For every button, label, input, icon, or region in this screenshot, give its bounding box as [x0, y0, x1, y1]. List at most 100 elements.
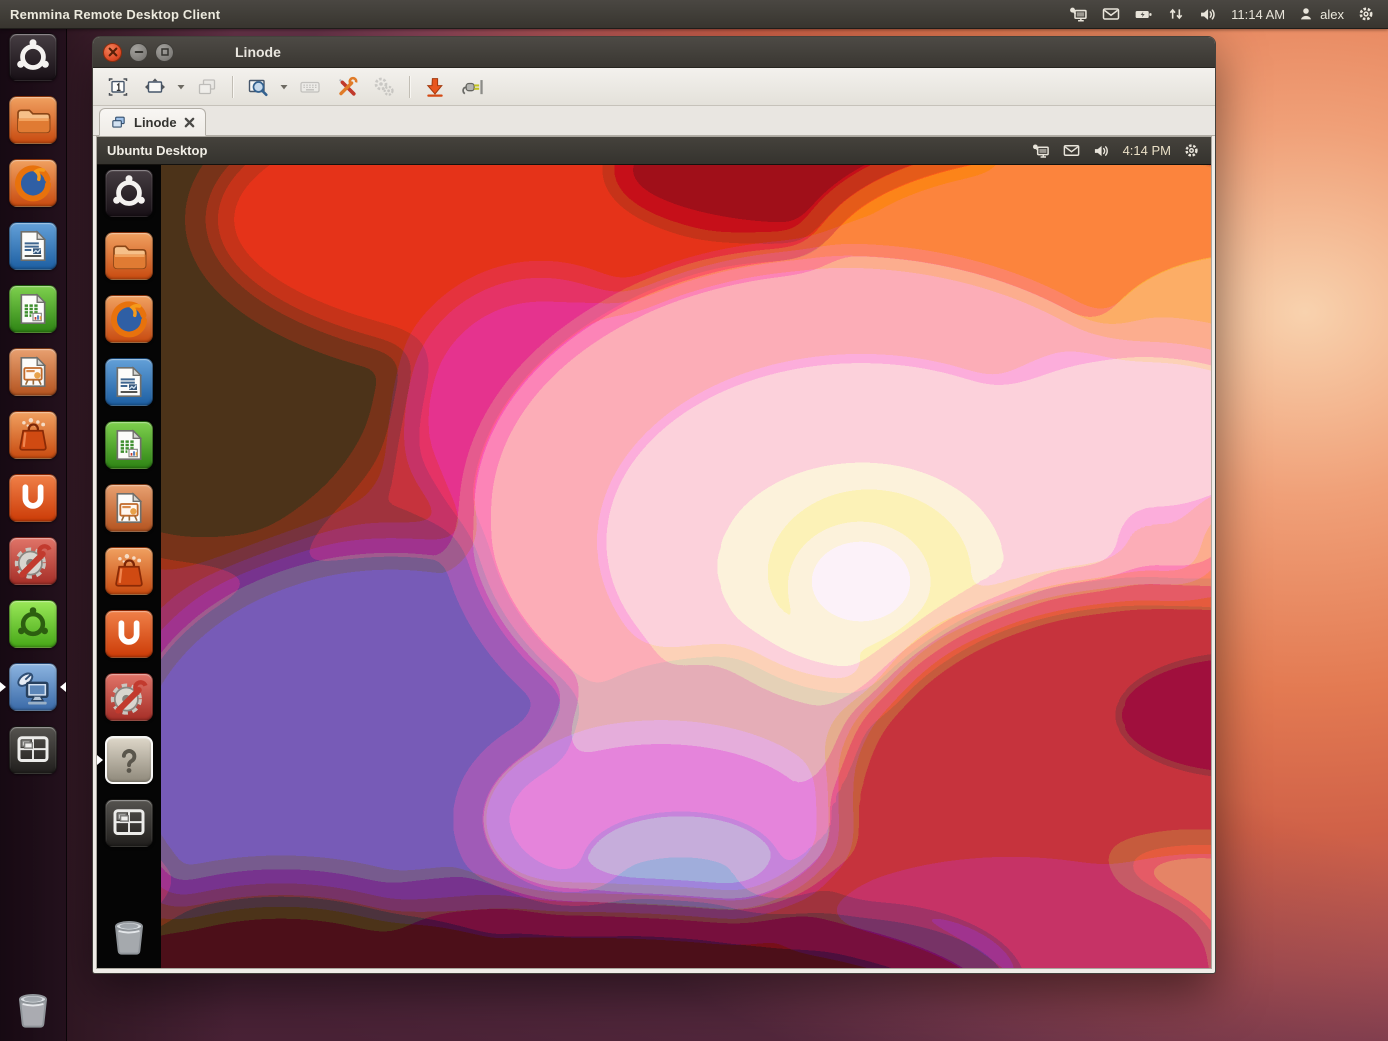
remote-launcher-item-calc[interactable]	[97, 421, 161, 469]
toolbar-screenshot-button[interactable]	[418, 73, 452, 101]
home-folder-icon	[105, 232, 153, 280]
window-close-button[interactable]	[103, 43, 122, 62]
toolbar-tools-button	[367, 73, 401, 101]
fullscreen-dropdown-caret[interactable]	[175, 73, 187, 101]
battery-icon[interactable]	[1133, 4, 1154, 25]
dash-home-icon	[105, 169, 153, 217]
unity-launcher	[0, 28, 67, 1041]
software-center-icon	[105, 547, 153, 595]
launcher-item-workspaces[interactable]	[0, 726, 66, 774]
volume-icon[interactable]	[1198, 4, 1219, 25]
volume-icon[interactable]	[1092, 141, 1112, 161]
remote-launcher-item-unknown[interactable]	[97, 736, 161, 784]
tab-linode[interactable]: Linode	[99, 108, 206, 136]
maximize-icon	[160, 47, 170, 57]
launcher-item-calc[interactable]	[0, 285, 66, 333]
trash-icon	[105, 912, 153, 960]
remote-launcher-item-ubuntu-one[interactable]	[97, 610, 161, 658]
toolbar-disconnect-button[interactable]	[455, 73, 489, 101]
launcher-item-software-center[interactable]	[0, 411, 66, 459]
scaled-mode-dropdown-caret[interactable]	[278, 73, 290, 101]
session-gear-icon[interactable]	[1182, 141, 1201, 160]
close-icon	[108, 47, 118, 57]
scaled-mode-icon	[246, 75, 270, 99]
libreoffice-writer-icon	[9, 222, 57, 270]
remote-launcher-item-home-folder[interactable]	[97, 232, 161, 280]
launcher-item-home-folder[interactable]	[0, 96, 66, 144]
tab-bar: Linode	[93, 106, 1215, 136]
remote-clock[interactable]: 4:14 PM	[1123, 143, 1171, 158]
tools-preferences-icon	[335, 75, 359, 99]
window-minimize-button[interactable]	[129, 43, 148, 62]
launcher-item-trash[interactable]	[0, 985, 66, 1033]
remote-wallpaper[interactable]	[161, 165, 1211, 968]
remmina-toolbar	[93, 68, 1215, 106]
username: alex	[1320, 7, 1344, 22]
fullscreen-icon	[143, 75, 167, 99]
launcher-item-dash[interactable]	[0, 33, 66, 81]
unknown-app-icon	[105, 736, 153, 784]
toolbar-keyboard-button	[293, 73, 327, 101]
window-maximize-button[interactable]	[155, 43, 174, 62]
mail-icon[interactable]	[1101, 4, 1121, 24]
active-app-title: Remmina Remote Desktop Client	[0, 7, 220, 22]
remmina-window: Linode Linode Ub	[92, 36, 1216, 974]
remote-desktop-view[interactable]: Ubuntu Desktop 4:14 PM	[96, 136, 1212, 969]
mail-icon[interactable]	[1062, 141, 1081, 160]
remote-launcher-item-firefox[interactable]	[97, 295, 161, 343]
remote-launcher-item-settings[interactable]	[97, 673, 161, 721]
tab-close-icon[interactable]	[184, 117, 195, 128]
software-center-icon	[9, 411, 57, 459]
remote-launcher-item-writer[interactable]	[97, 358, 161, 406]
remote-desktop-indicator-icon[interactable]	[1031, 141, 1051, 161]
libreoffice-impress-icon	[9, 348, 57, 396]
minimize-icon	[134, 47, 144, 57]
system-tray: 11:14 AM alex	[1068, 4, 1388, 25]
toolbar-fit-window-button[interactable]	[101, 73, 135, 101]
launcher-item-writer[interactable]	[0, 222, 66, 270]
remote-launcher-item-software-center[interactable]	[97, 547, 161, 595]
firefox-icon	[9, 159, 57, 207]
remote-desktop-indicator-icon[interactable]	[1068, 4, 1089, 25]
ubuntu-logo-icon	[9, 600, 57, 648]
chevron-down-icon	[177, 84, 185, 90]
libreoffice-calc-icon	[9, 285, 57, 333]
toolbar-fullscreen-button[interactable]	[138, 73, 172, 101]
remote-desktop-body	[97, 165, 1211, 968]
toolbar-scaled-mode-button[interactable]	[241, 73, 275, 101]
top-panel: Remmina Remote Desktop Client 11:14 AM a…	[0, 0, 1388, 29]
fit-window-icon	[106, 75, 130, 99]
toolbar-preferences-button[interactable]	[330, 73, 364, 101]
remmina-icon	[9, 663, 57, 711]
remote-launcher-item-dash[interactable]	[97, 169, 161, 217]
launcher-item-remmina[interactable]	[0, 663, 66, 711]
home-folder-icon	[9, 96, 57, 144]
launcher-item-firefox[interactable]	[0, 159, 66, 207]
launcher-item-impress[interactable]	[0, 348, 66, 396]
network-traffic-icon[interactable]	[1166, 4, 1186, 24]
toolbar-separator	[232, 76, 233, 98]
launcher-item-settings[interactable]	[0, 537, 66, 585]
disconnect-plug-icon	[459, 74, 485, 100]
clock[interactable]: 11:14 AM	[1231, 7, 1285, 22]
system-settings-icon	[9, 537, 57, 585]
window-title: Linode	[235, 44, 281, 60]
launcher-item-ubuntu-software[interactable]	[0, 600, 66, 648]
remote-panel-menu[interactable]: Ubuntu Desktop	[97, 143, 207, 158]
system-settings-icon	[105, 673, 153, 721]
toolbar-switch-page-button	[190, 73, 224, 101]
workspace-switcher-icon	[105, 799, 153, 847]
remote-launcher-item-workspaces[interactable]	[97, 799, 161, 847]
chevron-down-icon	[280, 84, 288, 90]
running-indicator-arrow	[0, 682, 6, 692]
launcher-item-ubuntu-one[interactable]	[0, 474, 66, 522]
remote-launcher-item-trash[interactable]	[97, 912, 161, 960]
libreoffice-writer-icon	[105, 358, 153, 406]
user-menu[interactable]: alex	[1297, 5, 1344, 23]
window-titlebar[interactable]: Linode	[93, 37, 1215, 68]
remote-launcher-item-impress[interactable]	[97, 484, 161, 532]
libreoffice-impress-icon	[105, 484, 153, 532]
remote-unity-launcher	[97, 165, 161, 968]
focused-indicator-arrow	[97, 755, 103, 765]
session-gear-icon[interactable]	[1356, 4, 1376, 24]
